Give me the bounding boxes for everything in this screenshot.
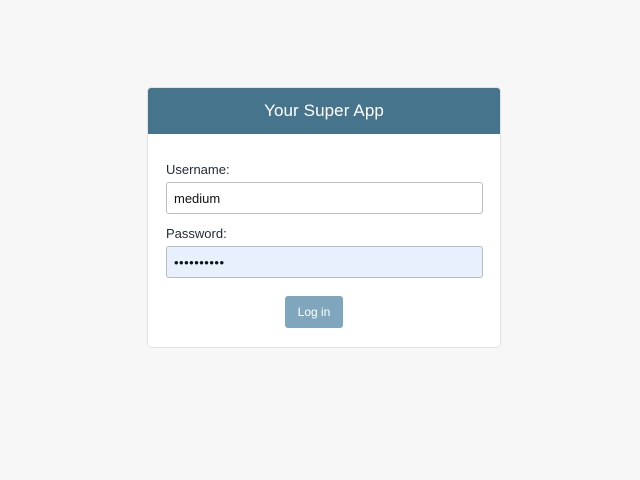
app-title: Your Super App xyxy=(264,101,384,120)
username-input[interactable] xyxy=(166,182,483,214)
username-label: Username: xyxy=(166,162,230,177)
page: Your Super App Username: Password: Log i… xyxy=(0,0,640,480)
login-button[interactable]: Log in xyxy=(285,296,343,328)
login-card: Your Super App Username: Password: Log i… xyxy=(147,87,501,348)
app-title-header: Your Super App xyxy=(148,88,500,134)
password-label: Password: xyxy=(166,226,227,241)
password-input[interactable] xyxy=(166,246,483,278)
